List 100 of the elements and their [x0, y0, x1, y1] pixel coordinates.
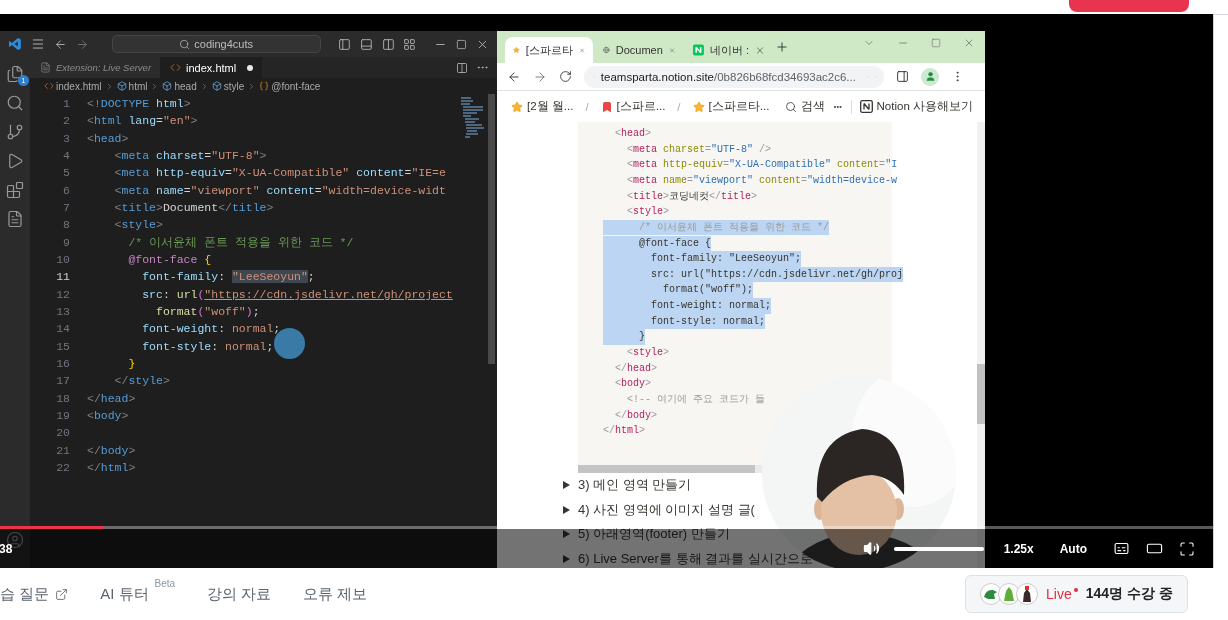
breadcrumb-item[interactable]: head — [162, 80, 197, 92]
star-icon — [511, 100, 523, 113]
captions-icon[interactable] — [1113, 540, 1130, 557]
triangle-icon — [563, 481, 570, 490]
triangle-icon — [563, 505, 570, 514]
address-bar[interactable]: teamsparta.notion.site/0b826b68fcd34693ac2c6... — [584, 65, 884, 88]
scrollbar-thumb[interactable] — [977, 364, 985, 424]
code-line: <meta http-equiv="X-UA-Compatible" content="IE=e — [113, 166, 446, 180]
avatar-icon — [1016, 583, 1038, 605]
code-line: <style> — [626, 346, 670, 360]
forward-icon[interactable] — [75, 37, 89, 51]
code-line: </head> — [614, 361, 658, 376]
code-line: <head> — [87, 131, 129, 145]
breadcrumb-item[interactable]: [스파르타... — [692, 99, 770, 114]
code-line: <!-- 여기에 주요 코드가 들 — [626, 392, 765, 407]
branch-icon[interactable] — [6, 123, 24, 141]
command-search-field[interactable]: coding4cuts — [111, 35, 321, 53]
new-tab-icon[interactable] — [775, 40, 789, 54]
split-editor-icon[interactable] — [456, 61, 468, 74]
breadcrumb-item[interactable]: index.html — [44, 80, 102, 92]
forward-icon[interactable] — [533, 69, 547, 84]
line-number: 16 — [55, 357, 70, 371]
line-number: 6 — [62, 183, 70, 197]
toggle-item[interactable]: 6) Live Server를 통해 결과를 실시간으로 — [563, 546, 813, 568]
line-number: 8 — [62, 218, 70, 232]
scrollbar-thumb[interactable] — [578, 464, 755, 473]
toggle-item[interactable]: 3) 메인 영역 만들기 — [563, 472, 692, 498]
html-file-icon — [170, 62, 182, 73]
page-tab[interactable]: AI 튜터 Beta — [100, 577, 176, 611]
line-number: 4 — [62, 149, 70, 163]
code-line: <meta charset="UTF-8"> — [113, 149, 267, 163]
breadcrumb-item[interactable]: [2월 월... — [511, 99, 574, 114]
browser-tab[interactable]: 네이버 : — [685, 37, 773, 63]
back-icon[interactable] — [53, 37, 67, 51]
line-number: 20 — [55, 426, 70, 440]
minimap-drawing[interactable] — [460, 96, 484, 140]
split-layout-icon[interactable] — [381, 37, 395, 51]
person-icon — [924, 71, 936, 82]
live-dot-icon — [1073, 588, 1078, 592]
code-line: <meta name="viewport" content="width=device-widt — [113, 183, 446, 197]
code-line: font-style: normal; — [141, 339, 274, 353]
braces-icon — [259, 81, 270, 91]
profile-avatar[interactable] — [921, 67, 939, 86]
back-icon[interactable] — [507, 69, 521, 84]
breadcrumb-item[interactable]: @font-face — [259, 80, 321, 92]
code-line: <title>Document</title> — [113, 201, 274, 215]
editor-tab[interactable]: index.html — [160, 57, 263, 78]
viewer-count: 144명 수강 중 — [1085, 585, 1173, 603]
menu-icon[interactable] — [30, 37, 45, 51]
beta-label: Beta — [154, 578, 176, 589]
close-icon[interactable] — [963, 37, 975, 49]
code-line: <style> — [626, 205, 670, 220]
line-number: 19 — [55, 409, 70, 423]
toggle-item[interactable]: 5) 아래영역(footer) 만들기 — [563, 521, 730, 547]
page-tab[interactable]: 오류 제보 — [303, 577, 368, 611]
toggle-item[interactable]: 4) 사진 영역에 이미지 설명 글( — [563, 497, 755, 522]
panel-toggle-icon[interactable] — [359, 37, 373, 51]
line-number: 15 — [55, 339, 70, 353]
star-icon — [692, 100, 705, 113]
line-number: 11 — [55, 270, 70, 284]
code-line: </head> — [87, 391, 136, 405]
search-button[interactable]: 검색 — [785, 99, 826, 114]
code-line: font-family: "LeeSeoyun"; — [141, 270, 315, 284]
maximize-icon[interactable] — [456, 38, 468, 50]
breadcrumb-item[interactable]: html — [116, 80, 148, 92]
sidebar-toggle-icon[interactable] — [337, 37, 351, 51]
browser-tab[interactable]: Documen — [595, 37, 683, 63]
fullscreen-icon[interactable] — [1179, 540, 1195, 557]
code-line: <title>코딩네컷</title> — [626, 189, 758, 204]
code-line: </body> — [614, 408, 658, 423]
code-line: <meta charset="UTF-8" /> — [626, 142, 772, 157]
triangle-icon — [563, 530, 570, 539]
scrollbar-thumb[interactable] — [488, 94, 495, 364]
code-line: <html lang="en"> — [87, 114, 198, 128]
code-line: <body> — [87, 409, 129, 423]
notebook-icon[interactable] — [6, 210, 24, 228]
line-number: 3 — [62, 131, 70, 145]
time-label: 38 — [0, 541, 13, 556]
volume-icon[interactable] — [862, 540, 880, 557]
speed-button[interactable]: 1.25x — [1003, 541, 1034, 556]
run-icon[interactable] — [6, 152, 24, 170]
search-icon — [785, 100, 798, 113]
editor-tab[interactable]: Extension: Live Server — [30, 57, 161, 78]
extensions-icon[interactable] — [6, 181, 24, 199]
quality-button[interactable]: Auto — [1059, 541, 1087, 556]
page-tab[interactable]: 강의 자료 — [207, 577, 272, 611]
try-notion-link[interactable]: Notion 사용해보기 — [859, 99, 973, 114]
browser-tab[interactable]: [스파르타 — [505, 37, 593, 63]
breadcrumb-item[interactable]: style — [211, 80, 245, 92]
reload-icon[interactable] — [559, 70, 572, 83]
side-panel-icon[interactable] — [896, 70, 909, 83]
breadcrumb-item[interactable]: [스파르... — [600, 99, 666, 114]
code-icon — [44, 81, 54, 91]
search-icon[interactable] — [6, 94, 24, 112]
code-line: @font-face { — [127, 253, 212, 267]
page-tab[interactable]: 습 질문 — [0, 577, 69, 611]
files-icon[interactable] — [6, 65, 24, 83]
layout-icon[interactable] — [403, 37, 417, 51]
volume-slider[interactable] — [893, 546, 984, 551]
live-label: Live — [1046, 586, 1072, 602]
